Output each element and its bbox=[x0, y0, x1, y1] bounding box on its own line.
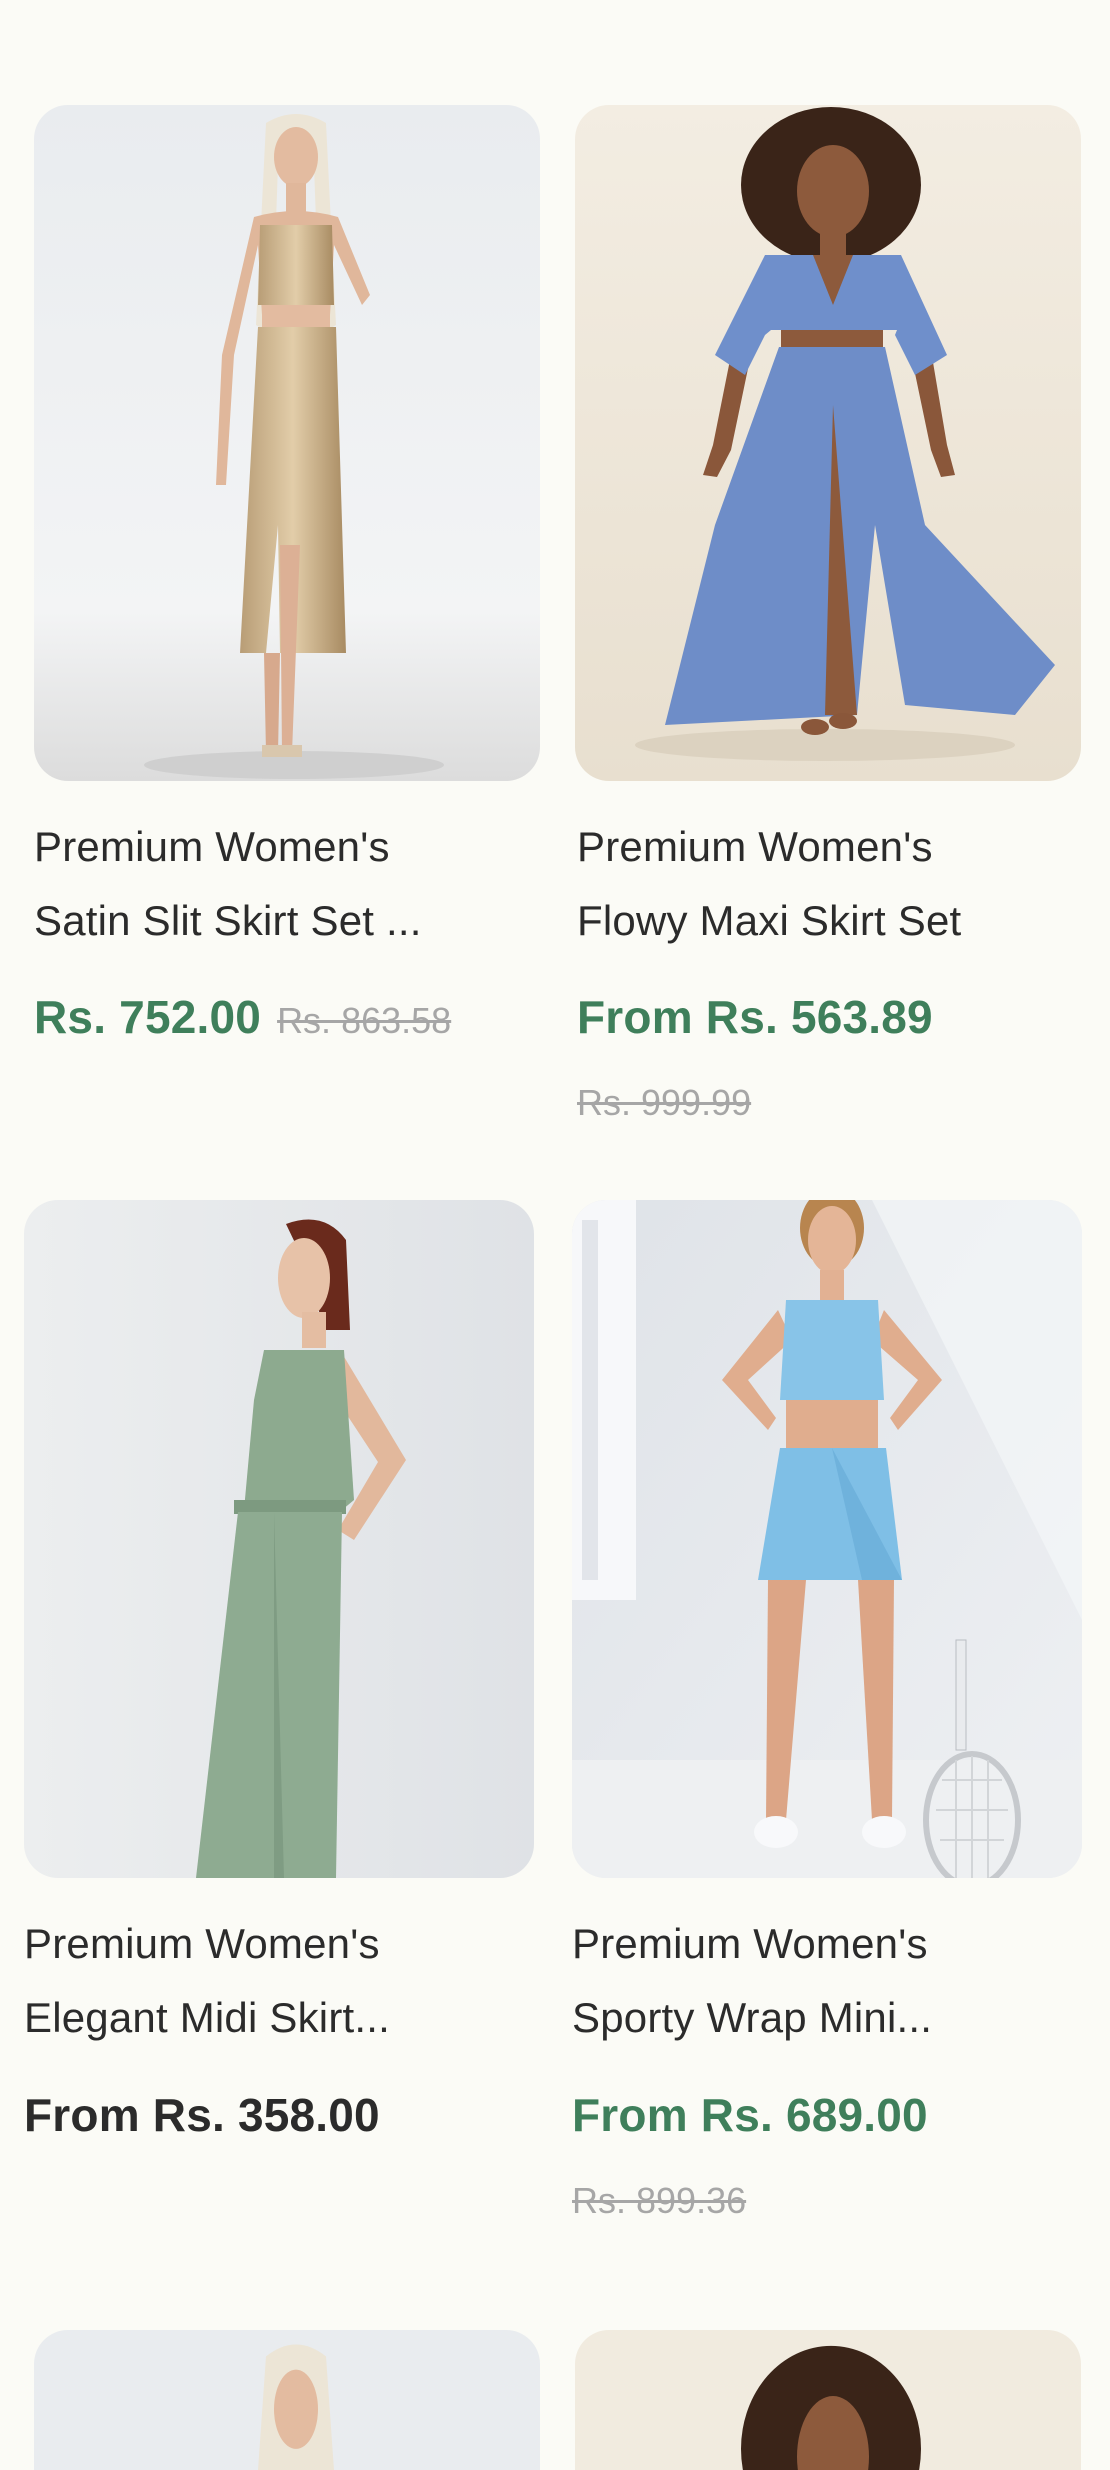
product-image-elegant-midi-skirt[interactable] bbox=[24, 1200, 534, 1878]
price-row: From Rs. 358.00 bbox=[24, 2088, 380, 2142]
product-title-line: Premium Women's bbox=[34, 823, 390, 870]
compare-at-price: Rs. 999.99 bbox=[577, 1082, 752, 1123]
product-title-line: Premium Women's bbox=[572, 1920, 928, 1967]
compare-at-price: Rs. 863.58 bbox=[277, 1000, 452, 1041]
product-title[interactable]: Premium Women's Satin Slit Skirt Set ... bbox=[34, 810, 422, 958]
product-image-flowy-maxi-skirt-set[interactable] bbox=[575, 105, 1081, 781]
compare-price-line: Rs. 999.99 bbox=[577, 1082, 751, 1124]
regular-price: From Rs. 358.00 bbox=[24, 2089, 380, 2141]
price-row: From Rs. 689.00 bbox=[572, 2088, 928, 2142]
product-card[interactable]: Premium Women's Satin Slit Skirt Set ...… bbox=[0, 0, 555, 1150]
product-image-partial[interactable] bbox=[575, 2330, 1081, 2470]
product-title[interactable]: Premium Women's Flowy Maxi Skirt Set bbox=[577, 810, 961, 958]
product-title-line: Premium Women's bbox=[577, 823, 933, 870]
product-image-sporty-wrap-mini[interactable] bbox=[572, 1200, 1082, 1878]
product-title[interactable]: Premium Women's Sporty Wrap Mini... bbox=[572, 1907, 932, 2055]
sale-price: Rs. 752.00 bbox=[34, 991, 262, 1043]
sale-price: From Rs. 563.89 bbox=[577, 991, 933, 1043]
product-title[interactable]: Premium Women's Elegant Midi Skirt... bbox=[24, 1907, 390, 2055]
product-image-partial[interactable] bbox=[34, 2330, 540, 2470]
compare-price-line: Rs. 899.36 bbox=[572, 2180, 746, 2222]
product-title-line: Satin Slit Skirt Set ... bbox=[34, 897, 422, 944]
sale-price: From Rs. 689.00 bbox=[572, 2089, 928, 2141]
product-title-line: Flowy Maxi Skirt Set bbox=[577, 897, 962, 944]
compare-at-price: Rs. 899.36 bbox=[572, 2180, 747, 2221]
product-image-satin-skirt-set[interactable] bbox=[34, 105, 540, 781]
price-row: From Rs. 563.89 bbox=[577, 990, 933, 1044]
product-title-line: Premium Women's bbox=[24, 1920, 380, 1967]
product-title-line: Sporty Wrap Mini... bbox=[572, 1994, 933, 2041]
product-title-line: Elegant Midi Skirt... bbox=[24, 1994, 390, 2041]
price-row: Rs. 752.00 Rs. 863.58 bbox=[34, 990, 451, 1044]
product-card[interactable]: Premium Women's Elegant Midi Skirt... Fr… bbox=[0, 1150, 555, 2330]
product-card[interactable]: Premium Women's Flowy Maxi Skirt Set Fro… bbox=[555, 0, 1110, 1150]
product-card[interactable]: Premium Women's Sporty Wrap Mini... From… bbox=[555, 1150, 1110, 2330]
